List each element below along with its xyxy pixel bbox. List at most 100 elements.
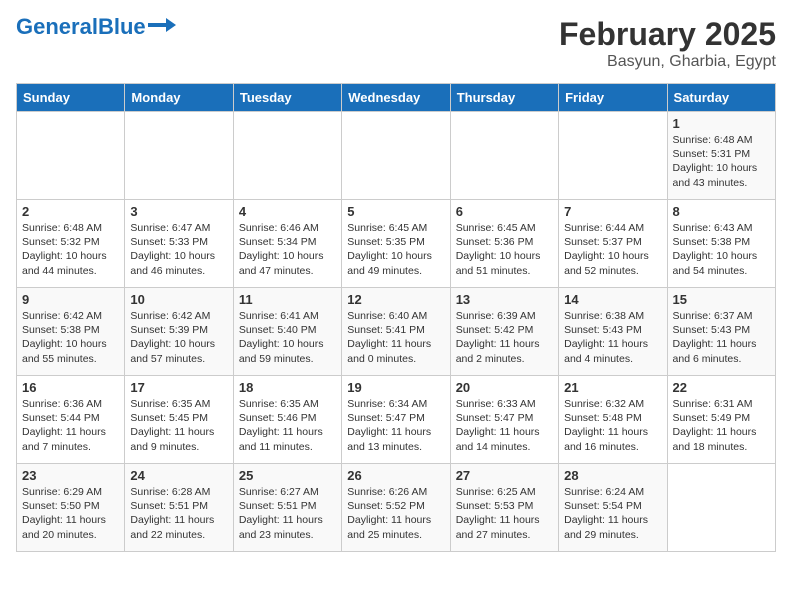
calendar-day-header: Friday: [559, 84, 667, 112]
calendar-day-cell: 7 Sunrise: 6:44 AM Sunset: 5:37 PM Daylig…: [559, 200, 667, 288]
logo-arrow-icon: [148, 15, 176, 35]
calendar-week-row: 9 Sunrise: 6:42 AM Sunset: 5:38 PM Daylig…: [17, 288, 776, 376]
calendar-day-cell: 17 Sunrise: 6:35 AM Sunset: 5:45 PM Dayli…: [125, 376, 233, 464]
calendar-day-cell: 27 Sunrise: 6:25 AM Sunset: 5:53 PM Dayli…: [450, 464, 558, 552]
calendar-table: SundayMondayTuesdayWednesdayThursdayFrid…: [16, 83, 776, 552]
day-number: 27: [456, 468, 553, 483]
day-info: Sunrise: 6:24 AM Sunset: 5:54 PM Dayligh…: [564, 485, 661, 542]
calendar-day-cell: 2 Sunrise: 6:48 AM Sunset: 5:32 PM Daylig…: [17, 200, 125, 288]
day-info: Sunrise: 6:32 AM Sunset: 5:48 PM Dayligh…: [564, 397, 661, 454]
day-number: 10: [130, 292, 227, 307]
calendar-day-cell: 19 Sunrise: 6:34 AM Sunset: 5:47 PM Dayli…: [342, 376, 450, 464]
day-number: 4: [239, 204, 336, 219]
day-info: Sunrise: 6:31 AM Sunset: 5:49 PM Dayligh…: [673, 397, 770, 454]
calendar-day-cell: 24 Sunrise: 6:28 AM Sunset: 5:51 PM Dayli…: [125, 464, 233, 552]
calendar-week-row: 1 Sunrise: 6:48 AM Sunset: 5:31 PM Daylig…: [17, 112, 776, 200]
calendar-week-row: 23 Sunrise: 6:29 AM Sunset: 5:50 PM Dayli…: [17, 464, 776, 552]
calendar-day-cell: [233, 112, 341, 200]
calendar-day-cell: 21 Sunrise: 6:32 AM Sunset: 5:48 PM Dayli…: [559, 376, 667, 464]
calendar-day-cell: 16 Sunrise: 6:36 AM Sunset: 5:44 PM Dayli…: [17, 376, 125, 464]
day-number: 12: [347, 292, 444, 307]
day-info: Sunrise: 6:47 AM Sunset: 5:33 PM Dayligh…: [130, 221, 227, 278]
day-number: 16: [22, 380, 119, 395]
calendar-day-cell: 25Sunrise: 6:27 AM Sunset: 5:51 PM Dayli…: [233, 464, 341, 552]
day-info: Sunrise: 6:44 AM Sunset: 5:37 PM Dayligh…: [564, 221, 661, 278]
day-number: 21: [564, 380, 661, 395]
day-info: Sunrise: 6:38 AM Sunset: 5:43 PM Dayligh…: [564, 309, 661, 366]
calendar-day-cell: 28 Sunrise: 6:24 AM Sunset: 5:54 PM Dayli…: [559, 464, 667, 552]
day-number: 7: [564, 204, 661, 219]
calendar-day-cell: [667, 464, 775, 552]
day-number: 14: [564, 292, 661, 307]
day-number: 13: [456, 292, 553, 307]
day-info: Sunrise: 6:41 AM Sunset: 5:40 PM Dayligh…: [239, 309, 336, 366]
day-number: 23: [22, 468, 119, 483]
calendar-day-cell: [125, 112, 233, 200]
title-block: February 2025 Basyun, Gharbia, Egypt: [559, 16, 776, 71]
day-number: 11: [239, 292, 336, 307]
day-number: 3: [130, 204, 227, 219]
day-info: Sunrise: 6:46 AM Sunset: 5:34 PM Dayligh…: [239, 221, 336, 278]
calendar-day-cell: 15 Sunrise: 6:37 AM Sunset: 5:43 PM Dayli…: [667, 288, 775, 376]
calendar-day-cell: 26 Sunrise: 6:26 AM Sunset: 5:52 PM Dayli…: [342, 464, 450, 552]
calendar-day-cell: [342, 112, 450, 200]
day-number: 1: [673, 116, 770, 131]
day-number: 28: [564, 468, 661, 483]
day-number: 19: [347, 380, 444, 395]
day-number: 2: [22, 204, 119, 219]
day-info: Sunrise: 6:28 AM Sunset: 5:51 PM Dayligh…: [130, 485, 227, 542]
day-number: 18: [239, 380, 336, 395]
page-header: GeneralBlue February 2025 Basyun, Gharbi…: [16, 16, 776, 71]
calendar-subtitle: Basyun, Gharbia, Egypt: [559, 53, 776, 71]
calendar-day-cell: 22Sunrise: 6:31 AM Sunset: 5:49 PM Dayli…: [667, 376, 775, 464]
calendar-day-cell: 20 Sunrise: 6:33 AM Sunset: 5:47 PM Dayli…: [450, 376, 558, 464]
day-number: 8: [673, 204, 770, 219]
day-number: 6: [456, 204, 553, 219]
day-info: Sunrise: 6:45 AM Sunset: 5:36 PM Dayligh…: [456, 221, 553, 278]
calendar-day-header: Tuesday: [233, 84, 341, 112]
calendar-day-cell: 11 Sunrise: 6:41 AM Sunset: 5:40 PM Dayli…: [233, 288, 341, 376]
day-info: Sunrise: 6:25 AM Sunset: 5:53 PM Dayligh…: [456, 485, 553, 542]
day-number: 15: [673, 292, 770, 307]
day-info: Sunrise: 6:43 AM Sunset: 5:38 PM Dayligh…: [673, 221, 770, 278]
calendar-day-cell: 23 Sunrise: 6:29 AM Sunset: 5:50 PM Dayli…: [17, 464, 125, 552]
logo-text: GeneralBlue: [16, 16, 146, 38]
calendar-day-header: Monday: [125, 84, 233, 112]
day-info: Sunrise: 6:39 AM Sunset: 5:42 PM Dayligh…: [456, 309, 553, 366]
calendar-header-row: SundayMondayTuesdayWednesdayThursdayFrid…: [17, 84, 776, 112]
calendar-day-cell: 18 Sunrise: 6:35 AM Sunset: 5:46 PM Dayli…: [233, 376, 341, 464]
day-number: 26: [347, 468, 444, 483]
day-info: Sunrise: 6:37 AM Sunset: 5:43 PM Dayligh…: [673, 309, 770, 366]
day-info: Sunrise: 6:26 AM Sunset: 5:52 PM Dayligh…: [347, 485, 444, 542]
day-info: Sunrise: 6:40 AM Sunset: 5:41 PM Dayligh…: [347, 309, 444, 366]
calendar-day-cell: [450, 112, 558, 200]
calendar-day-cell: [17, 112, 125, 200]
calendar-day-cell: 3 Sunrise: 6:47 AM Sunset: 5:33 PM Daylig…: [125, 200, 233, 288]
day-number: 17: [130, 380, 227, 395]
calendar-day-cell: 13 Sunrise: 6:39 AM Sunset: 5:42 PM Dayli…: [450, 288, 558, 376]
day-info: Sunrise: 6:33 AM Sunset: 5:47 PM Dayligh…: [456, 397, 553, 454]
day-info: Sunrise: 6:36 AM Sunset: 5:44 PM Dayligh…: [22, 397, 119, 454]
day-number: 20: [456, 380, 553, 395]
calendar-day-cell: [559, 112, 667, 200]
day-info: Sunrise: 6:35 AM Sunset: 5:46 PM Dayligh…: [239, 397, 336, 454]
day-info: Sunrise: 6:27 AM Sunset: 5:51 PM Dayligh…: [239, 485, 336, 542]
day-info: Sunrise: 6:48 AM Sunset: 5:32 PM Dayligh…: [22, 221, 119, 278]
calendar-day-header: Sunday: [17, 84, 125, 112]
day-info: Sunrise: 6:34 AM Sunset: 5:47 PM Dayligh…: [347, 397, 444, 454]
day-info: Sunrise: 6:48 AM Sunset: 5:31 PM Dayligh…: [673, 133, 770, 190]
calendar-day-cell: 4 Sunrise: 6:46 AM Sunset: 5:34 PM Daylig…: [233, 200, 341, 288]
logo: GeneralBlue: [16, 16, 176, 38]
calendar-day-cell: 1 Sunrise: 6:48 AM Sunset: 5:31 PM Daylig…: [667, 112, 775, 200]
calendar-title: February 2025: [559, 16, 776, 53]
day-info: Sunrise: 6:42 AM Sunset: 5:38 PM Dayligh…: [22, 309, 119, 366]
day-info: Sunrise: 6:29 AM Sunset: 5:50 PM Dayligh…: [22, 485, 119, 542]
calendar-day-header: Thursday: [450, 84, 558, 112]
calendar-day-cell: 9 Sunrise: 6:42 AM Sunset: 5:38 PM Daylig…: [17, 288, 125, 376]
day-info: Sunrise: 6:35 AM Sunset: 5:45 PM Dayligh…: [130, 397, 227, 454]
day-number: 9: [22, 292, 119, 307]
day-number: 24: [130, 468, 227, 483]
calendar-day-cell: 6 Sunrise: 6:45 AM Sunset: 5:36 PM Daylig…: [450, 200, 558, 288]
calendar-week-row: 2 Sunrise: 6:48 AM Sunset: 5:32 PM Daylig…: [17, 200, 776, 288]
calendar-day-header: Saturday: [667, 84, 775, 112]
